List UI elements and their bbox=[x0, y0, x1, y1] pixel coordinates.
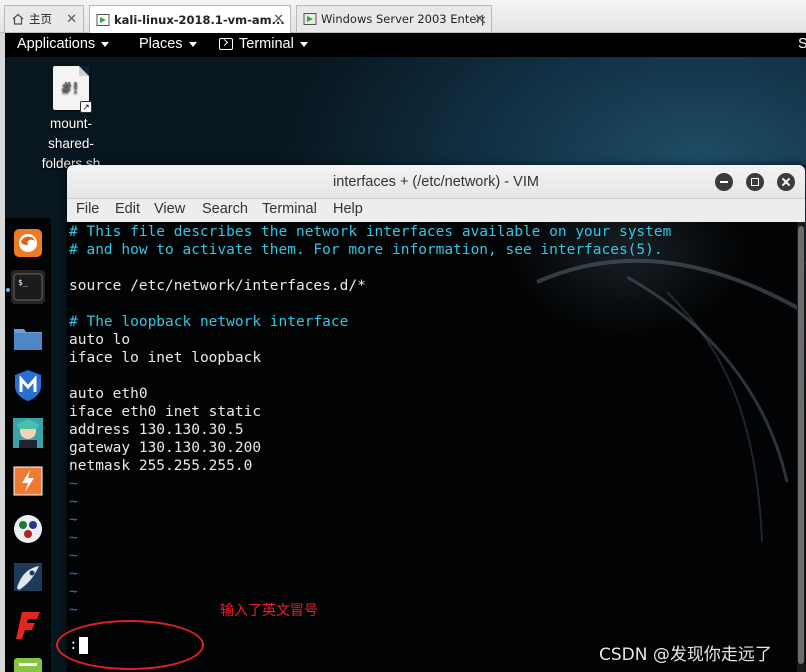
svg-text:$_: $_ bbox=[18, 278, 28, 287]
armitage-icon bbox=[13, 418, 43, 448]
menu-search[interactable]: Search bbox=[202, 201, 248, 217]
menu-edit[interactable]: Edit bbox=[115, 201, 140, 217]
vim-text-line: gateway 130.130.30.200 bbox=[69, 440, 262, 456]
vim-text-line: address 130.130.30.5 bbox=[69, 422, 244, 438]
vm-icon bbox=[303, 13, 317, 25]
vim-titlebar[interactable]: interfaces + (/etc/network) - VIM bbox=[67, 165, 805, 199]
tab-label: 主页 bbox=[29, 12, 52, 26]
maximize-button[interactable] bbox=[746, 173, 764, 191]
vim-window: interfaces + (/etc/network) - VIM File E… bbox=[67, 165, 805, 672]
annotation-circle bbox=[56, 620, 204, 670]
home-icon bbox=[12, 13, 24, 25]
vim-text-line: auto eth0 bbox=[69, 386, 148, 402]
dock-terminal[interactable]: $_ bbox=[11, 270, 45, 304]
window-title: interfaces + (/etc/network) - VIM bbox=[333, 174, 539, 190]
chevron-down-icon bbox=[101, 42, 110, 47]
vertical-scrollbar[interactable] bbox=[797, 222, 805, 672]
chevron-down-icon bbox=[299, 42, 308, 47]
faraday-icon bbox=[16, 612, 40, 639]
tab-windows-server[interactable]: Windows Server 2003 Enterpr... ✕ bbox=[296, 5, 492, 32]
terminal-icon bbox=[219, 38, 233, 50]
maltego-icon bbox=[14, 515, 42, 543]
link-arrow-icon: ↗ bbox=[80, 101, 92, 113]
vim-tilde-line: ~ bbox=[69, 476, 78, 492]
vim-tilde-line: ~ bbox=[69, 494, 78, 510]
close-icon[interactable]: ✕ bbox=[273, 12, 284, 27]
tab-label: Windows Server 2003 Enterpr... bbox=[321, 12, 485, 26]
dock-armitage[interactable] bbox=[11, 416, 45, 450]
file-glyph-text: #! bbox=[62, 79, 81, 97]
close-icon[interactable]: ✕ bbox=[474, 12, 485, 27]
annotation-note: 输入了英文冒号 bbox=[220, 603, 318, 619]
vim-tilde-line: ~ bbox=[69, 548, 78, 564]
close-icon[interactable]: ✕ bbox=[66, 12, 77, 27]
tab-home[interactable]: 主页 ✕ bbox=[4, 5, 84, 32]
vim-text-line: iface lo inet loopback bbox=[69, 350, 262, 366]
firefox-icon bbox=[14, 229, 42, 257]
vim-comment-line: # and how to activate them. For more inf… bbox=[69, 242, 663, 258]
vim-text-line: iface eth0 inet static bbox=[69, 404, 262, 420]
vim-tilde-line: ~ bbox=[69, 530, 78, 546]
places-label: Places bbox=[139, 36, 183, 52]
vim-text-line: source /etc/network/interfaces.d/* bbox=[69, 278, 366, 294]
terminal-label: Terminal bbox=[239, 36, 294, 52]
dock-burpsuite[interactable] bbox=[11, 464, 45, 498]
chevron-down-icon bbox=[188, 42, 197, 47]
dock-leafpad[interactable] bbox=[11, 654, 45, 672]
vim-comment-line: # This file describes the network interf… bbox=[69, 224, 672, 240]
minimize-button[interactable] bbox=[715, 173, 733, 191]
tab-kali-vm[interactable]: kali-linux-2018.1-vm-am... ✕ bbox=[89, 5, 291, 33]
csdn-watermark: CSDN @发现你走远了 bbox=[599, 645, 772, 665]
vim-comment-line: # The loopback network interface bbox=[69, 314, 349, 330]
file-label-line: shared- bbox=[48, 136, 94, 151]
running-indicator bbox=[6, 288, 10, 292]
places-menu[interactable]: Places bbox=[139, 36, 197, 52]
vim-editor-area[interactable]: # This file describes the network interf… bbox=[67, 222, 805, 672]
dock-metasploit[interactable] bbox=[11, 368, 45, 402]
vim-tilde-line: ~ bbox=[69, 602, 78, 618]
close-button[interactable] bbox=[777, 173, 795, 191]
dock-beef[interactable] bbox=[11, 560, 45, 594]
menu-help[interactable]: Help bbox=[333, 201, 363, 217]
scrollbar-thumb[interactable] bbox=[798, 226, 804, 664]
desktop-file-mount-shared-folders[interactable]: #! ↗ mount- shared- folders.sh bbox=[36, 66, 106, 174]
terminal-icon: $_ bbox=[13, 273, 43, 301]
clock-clipped[interactable]: S bbox=[798, 36, 806, 52]
burpsuite-icon bbox=[13, 466, 43, 496]
dock: $_ bbox=[5, 218, 51, 672]
vim-tilde-line: ~ bbox=[69, 512, 78, 528]
metasploit-icon bbox=[15, 370, 41, 401]
script-file-icon: #! ↗ bbox=[53, 66, 92, 113]
tab-label: kali-linux-2018.1-vm-am... bbox=[114, 12, 284, 27]
vim-menubar: File Edit View Search Terminal Help bbox=[67, 199, 805, 222]
dock-firefox[interactable] bbox=[11, 226, 45, 260]
leafpad-icon bbox=[14, 658, 42, 672]
applications-menu[interactable]: Applications bbox=[17, 36, 110, 52]
terminal-app-menu[interactable]: Terminal bbox=[219, 36, 308, 52]
vim-text-line: netmask 255.255.255.0 bbox=[69, 458, 253, 474]
dock-faraday[interactable] bbox=[11, 608, 45, 642]
file-label-line: mount- bbox=[49, 116, 93, 131]
files-icon bbox=[14, 329, 42, 350]
gnome-top-bar: Applications Places Terminal S bbox=[5, 33, 806, 57]
vm-tab-bar: 主页 ✕ kali-linux-2018.1-vm-am... ✕ Window… bbox=[0, 0, 806, 33]
dock-files[interactable] bbox=[11, 320, 45, 354]
dock-maltego[interactable] bbox=[11, 512, 45, 546]
menu-view[interactable]: View bbox=[154, 201, 185, 217]
vm-icon bbox=[96, 13, 110, 26]
menu-terminal[interactable]: Terminal bbox=[262, 201, 317, 217]
applications-label: Applications bbox=[17, 36, 96, 52]
vim-text-line: auto lo bbox=[69, 332, 131, 348]
menu-file[interactable]: File bbox=[76, 201, 99, 217]
vim-tilde-line: ~ bbox=[69, 584, 78, 600]
topbar-right-text: S bbox=[798, 36, 806, 52]
beef-icon bbox=[14, 563, 42, 591]
vim-tilde-line: ~ bbox=[69, 566, 78, 582]
